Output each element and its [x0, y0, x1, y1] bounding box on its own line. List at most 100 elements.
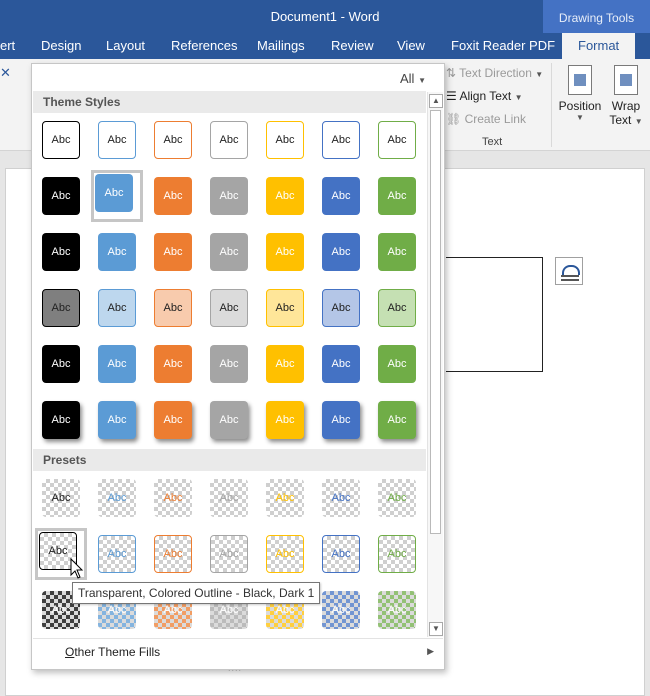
theme-style-cell[interactable]: Abc: [150, 117, 196, 163]
resize-grip[interactable]: ....: [228, 663, 242, 673]
tab-review[interactable]: Review: [331, 38, 374, 53]
theme-style-cell[interactable]: Abc: [374, 173, 420, 219]
theme-style-cell[interactable]: Abc: [94, 397, 140, 443]
style-swatch: Abc: [322, 345, 360, 383]
theme-style-cell[interactable]: Abc: [38, 397, 84, 443]
preset-style-cell[interactable]: Abc: [374, 531, 420, 577]
theme-style-cell[interactable]: Abc: [150, 173, 196, 219]
tab-insert[interactable]: ert: [0, 38, 15, 53]
preset-style-cell[interactable]: Abc: [38, 475, 84, 521]
theme-style-cell[interactable]: Abc: [318, 397, 364, 443]
theme-style-cell[interactable]: Abc: [38, 229, 84, 275]
create-link-button[interactable]: ⛓ Create Link: [446, 112, 526, 126]
theme-style-cell[interactable]: Abc: [374, 285, 420, 331]
style-swatch: Abc: [266, 535, 304, 573]
theme-style-cell[interactable]: Abc: [374, 117, 420, 163]
style-swatch: Abc: [266, 233, 304, 271]
theme-style-cell[interactable]: Abc: [150, 229, 196, 275]
theme-style-cell[interactable]: Abc: [262, 397, 308, 443]
theme-style-cell[interactable]: Abc: [206, 285, 252, 331]
tab-foxit-reader-pdf[interactable]: Foxit Reader PDF: [451, 38, 555, 53]
preset-style-cell[interactable]: Abc: [318, 531, 364, 577]
scroll-down-icon[interactable]: ▼: [429, 622, 443, 636]
style-swatch: Abc: [378, 535, 416, 573]
theme-style-cell[interactable]: Abc: [206, 117, 252, 163]
preset-style-cell[interactable]: Abc: [206, 531, 252, 577]
theme-style-cell[interactable]: Abc: [318, 285, 364, 331]
theme-style-cell[interactable]: Abc: [318, 117, 364, 163]
text-direction-icon: ⇅: [446, 66, 460, 80]
theme-style-cell[interactable]: Abc: [374, 341, 420, 387]
align-text-button[interactable]: ☰ Align Text ▼: [446, 89, 523, 103]
edit-shape-icon[interactable]: ✕: [0, 65, 11, 81]
theme-style-cell[interactable]: Abc: [38, 341, 84, 387]
style-cell-label: Abc: [107, 134, 127, 146]
text-direction-button[interactable]: ⇅ Text Direction ▼: [446, 66, 543, 80]
position-button[interactable]: Position ▼: [556, 65, 604, 122]
gallery-filter[interactable]: All ▼: [400, 71, 426, 86]
theme-style-cell[interactable]: Abc: [38, 117, 84, 163]
preset-style-cell[interactable]: Abc: [150, 531, 196, 577]
theme-style-cell[interactable]: Abc: [318, 173, 364, 219]
theme-style-cell[interactable]: Abc: [38, 285, 84, 331]
theme-style-cell[interactable]: Abc: [318, 229, 364, 275]
theme-style-cell[interactable]: Abc: [38, 173, 84, 219]
theme-style-cell[interactable]: Abc: [94, 341, 140, 387]
theme-style-cell[interactable]: Abc: [262, 117, 308, 163]
style-cell-label: Abc: [219, 414, 239, 426]
theme-style-cell[interactable]: Abc: [94, 229, 140, 275]
theme-style-cell[interactable]: Abc: [374, 397, 420, 443]
style-cell-label: Abc: [387, 492, 407, 504]
tab-design[interactable]: Design: [41, 38, 81, 53]
preset-style-cell[interactable]: Abc: [206, 475, 252, 521]
align-text-icon: ☰: [446, 89, 460, 103]
group-separator: [551, 63, 552, 147]
scroll-up-icon[interactable]: ▲: [429, 94, 443, 108]
preset-style-cell[interactable]: Abc: [262, 475, 308, 521]
style-cell-label: Abc: [387, 358, 407, 370]
theme-style-cell[interactable]: Abc: [150, 397, 196, 443]
selected-shape[interactable]: [446, 257, 543, 372]
scroll-thumb[interactable]: [430, 110, 441, 534]
theme-style-cell[interactable]: Abc: [206, 341, 252, 387]
preset-style-cell[interactable]: Abc: [318, 587, 364, 633]
theme-style-cell[interactable]: Abc: [262, 229, 308, 275]
tab-view[interactable]: View: [397, 38, 425, 53]
tab-format[interactable]: Format: [562, 33, 636, 59]
preset-style-cell[interactable]: Abc: [374, 475, 420, 521]
tab-mailings[interactable]: Mailings: [257, 38, 305, 53]
theme-style-cell[interactable]: Abc: [150, 341, 196, 387]
theme-style-cell[interactable]: Abc: [262, 341, 308, 387]
preset-style-cell[interactable]: Abc: [94, 531, 140, 577]
preset-style-cell[interactable]: Abc: [150, 475, 196, 521]
style-swatch: Abc: [42, 233, 80, 271]
position-icon: [568, 65, 592, 95]
preset-style-cell[interactable]: Abc: [374, 587, 420, 633]
theme-style-cell[interactable]: Abc: [206, 397, 252, 443]
style-cell-label: Abc: [163, 134, 183, 146]
layout-options-icon[interactable]: [555, 257, 583, 285]
theme-style-cell[interactable]: Abc: [206, 229, 252, 275]
other-theme-fills-item[interactable]: Other Theme Fills: [65, 645, 160, 659]
style-swatch: Abc: [154, 177, 192, 215]
theme-style-cell[interactable]: Abc: [150, 285, 196, 331]
preset-style-cell[interactable]: Abc: [94, 475, 140, 521]
wrap-text-button[interactable]: Wrap Text ▼: [606, 65, 646, 127]
style-cell-label: Abc: [51, 246, 71, 258]
tab-references[interactable]: References: [171, 38, 237, 53]
theme-style-cell[interactable]: Abc: [318, 341, 364, 387]
theme-style-cell[interactable]: Abc: [374, 229, 420, 275]
style-swatch: Abc: [322, 535, 360, 573]
theme-style-cell[interactable]: Abc: [94, 285, 140, 331]
theme-style-cell[interactable]: Abc: [262, 285, 308, 331]
gallery-scrollbar[interactable]: ▲ ▼: [427, 92, 443, 637]
preset-style-cell[interactable]: Abc: [262, 531, 308, 577]
tab-layout[interactable]: Layout: [106, 38, 145, 53]
style-cell-label: Abc: [387, 414, 407, 426]
preset-style-cell[interactable]: Abc: [318, 475, 364, 521]
theme-style-cell[interactable]: Abc: [262, 173, 308, 219]
theme-style-cell[interactable]: Abc: [91, 170, 143, 222]
theme-style-cell[interactable]: Abc: [206, 173, 252, 219]
style-swatch: Abc: [378, 479, 416, 517]
theme-style-cell[interactable]: Abc: [94, 117, 140, 163]
